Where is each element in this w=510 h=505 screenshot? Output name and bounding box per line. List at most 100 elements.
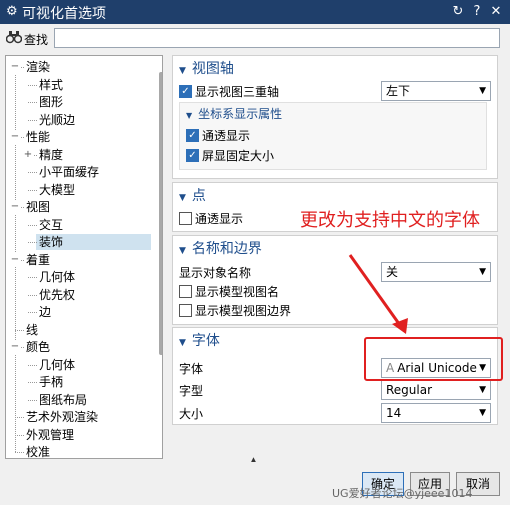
tree-connector — [15, 434, 24, 436]
tree-connector — [28, 189, 37, 191]
main-panel: 渲染 − 样式 图形 光顺边 性能 − 精度 + 小平面缓存 大模型 视图 − 交互 装饰 着重 − 几何体 优先权… — [0, 52, 510, 462]
tree-connector — [28, 399, 37, 401]
collapse-icon[interactable]: − — [10, 340, 20, 354]
tree-connector — [15, 417, 24, 418]
collapse-icon[interactable]: − — [10, 252, 20, 267]
section-font-header[interactable]: ▼ 字体 — [179, 330, 220, 350]
tree-item[interactable]: 手柄 — [39, 374, 63, 390]
tree-connector — [28, 294, 37, 296]
section-view-triad-header[interactable]: ▼ 视图轴 — [179, 58, 234, 78]
gear-icon: ⚙ — [6, 4, 18, 19]
tree-item[interactable]: 性能 — [26, 129, 50, 145]
tree-item[interactable]: 几何体 — [39, 269, 75, 285]
watermark: UG爱好者论坛@yjeee1014 — [332, 487, 473, 500]
tree-item[interactable]: 图纸布局 — [39, 392, 87, 408]
tree-item[interactable]: 光顺边 — [39, 112, 75, 128]
close-icon[interactable]: ✕ — [488, 3, 504, 21]
annotation-arrow — [348, 254, 408, 334]
tree-connector — [28, 242, 37, 243]
tree-item[interactable]: 校准 — [26, 444, 50, 458]
show-triad-label: 显示视图三重轴 — [195, 85, 280, 99]
collapse-icon: ▼ — [179, 246, 186, 256]
tree-connector — [28, 102, 37, 103]
tree-item[interactable]: 外观管理 — [26, 427, 74, 443]
annotation-highlight-box — [364, 337, 503, 381]
annotation-text: 更改为支持中文的字体 — [300, 210, 480, 231]
tree-item[interactable]: 视图 — [26, 199, 50, 215]
window-title: 可视化首选项 — [22, 6, 106, 22]
tree-item[interactable]: 样式 — [39, 77, 63, 93]
tree-connector — [15, 452, 24, 453]
show-model-view-border-label: 显示模型视图边界 — [195, 304, 292, 318]
subsection-csys-header[interactable]: ▼ 坐标系显示属性 — [186, 105, 282, 122]
see-through-label: 通透显示 — [202, 129, 251, 143]
collapse-icon: ▼ — [179, 193, 186, 203]
tree-item[interactable]: 图形 — [39, 94, 63, 110]
font-style-dropdown[interactable]: Regular ▼ — [381, 380, 491, 400]
section-point-header[interactable]: ▼ 点 — [179, 185, 206, 205]
section-view-triad: ▼ 视图轴 ✓ 显示视图三重轴 左下 ▼ ▼ 坐标系显示属性 ✓ 通透显示 ✓ 屏显固… — [172, 55, 498, 179]
tree-item[interactable]: 精度 — [39, 147, 63, 163]
expand-icon[interactable]: + — [23, 147, 33, 162]
font-style-label: 字型 — [179, 384, 204, 398]
category-tree[interactable]: 渲染 − 样式 图形 光顺边 性能 − 精度 + 小平面缓存 大模型 视图 − 交互 装饰 着重 − 几何体 优先权… — [5, 55, 163, 459]
title-bar: ⚙ 可视化首选项 ↻ ? ✕ — [0, 0, 510, 24]
collapse-icon: ▼ — [186, 111, 193, 120]
section-names-borders-header[interactable]: ▼ 名称和边界 — [179, 238, 262, 258]
reset-icon[interactable]: ↻ — [450, 3, 466, 21]
tree-connector — [28, 84, 37, 86]
tree-item[interactable]: 艺术外观渲染 — [26, 409, 98, 425]
tree-connector — [28, 172, 37, 173]
tree-connector — [28, 382, 37, 383]
collapse-icon[interactable]: − — [10, 200, 20, 214]
font-label: 字体 — [179, 362, 204, 376]
tree-item[interactable]: 着重 — [26, 252, 50, 268]
triad-position-dropdown[interactable]: 左下 ▼ — [381, 81, 491, 101]
search-input[interactable] — [54, 28, 500, 48]
collapse-icon: ▼ — [179, 66, 186, 76]
show-triad-checkbox[interactable]: ✓ — [179, 85, 192, 98]
font-size-dropdown[interactable]: 14 ▼ — [381, 403, 491, 423]
show-model-view-name-checkbox[interactable] — [179, 285, 192, 298]
chevron-down-icon: ▼ — [479, 267, 486, 277]
help-icon[interactable]: ? — [469, 3, 485, 21]
tree-connector — [28, 364, 37, 366]
subsection-csys-display: ▼ 坐标系显示属性 ✓ 通透显示 ✓ 屏显固定大小 — [179, 102, 487, 170]
chevron-down-icon: ▼ — [479, 408, 486, 418]
show-model-view-border-checkbox[interactable] — [179, 304, 192, 317]
tree-connector — [28, 312, 37, 313]
tree-connector — [28, 224, 37, 226]
chevron-down-icon: ▼ — [479, 385, 486, 395]
tree-item[interactable]: 交互 — [39, 217, 63, 233]
show-model-view-name-label: 显示模型视图名 — [195, 285, 280, 299]
see-through-checkbox[interactable]: ✓ — [186, 129, 199, 142]
collapse-icon: ▼ — [179, 338, 186, 348]
settings-panel: ▼ 视图轴 ✓ 显示视图三重轴 左下 ▼ ▼ 坐标系显示属性 ✓ 通透显示 ✓ 屏显固… — [172, 55, 500, 457]
tree-item[interactable]: 小平面缓存 — [39, 164, 99, 180]
tree-item-selected[interactable]: 装饰 — [36, 234, 151, 250]
tree-item[interactable]: 边 — [39, 304, 51, 320]
binoculars-icon — [5, 30, 23, 48]
tree-item[interactable]: 渲染 — [26, 59, 50, 75]
tree-connector — [15, 329, 24, 331]
show-object-name-label: 显示对象名称 — [179, 266, 252, 280]
collapse-icon[interactable]: − — [10, 130, 20, 144]
fixed-size-label: 屏显固定大小 — [202, 149, 275, 163]
tree-connector — [28, 119, 37, 121]
point-see-through-label: 通透显示 — [195, 212, 244, 226]
search-label: 查找 — [24, 33, 49, 47]
font-size-label: 大小 — [179, 407, 204, 421]
fixed-size-checkbox[interactable]: ✓ — [186, 149, 199, 162]
tree-item[interactable]: 大模型 — [39, 182, 75, 198]
tree-item[interactable]: 几何体 — [39, 357, 75, 373]
section-names-borders: ▼ 名称和边界 显示对象名称 关 ▼ 显示模型视图名 显示模型视图边界 — [172, 235, 498, 325]
search-row: 查找 — [0, 24, 510, 52]
chevron-down-icon: ▼ — [479, 86, 486, 96]
collapse-icon[interactable]: − — [10, 60, 20, 74]
point-see-through-checkbox[interactable] — [179, 212, 192, 225]
tree-scrollbar[interactable] — [159, 72, 162, 355]
tree-item[interactable]: 线 — [26, 322, 38, 338]
tree-item[interactable]: 颜色 — [26, 339, 50, 355]
tree-connector — [28, 277, 37, 278]
tree-item[interactable]: 优先权 — [39, 287, 75, 303]
